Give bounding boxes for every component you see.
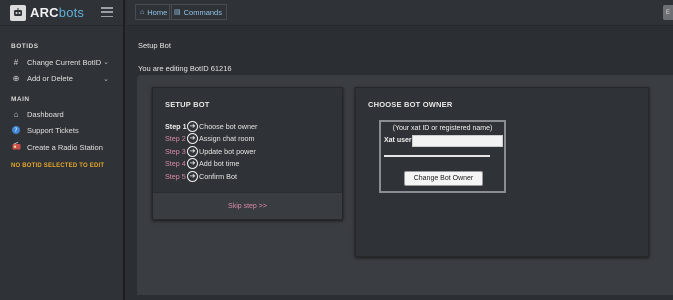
step-item: Step 2 ➔ Assign chat room	[165, 133, 257, 146]
sidebar-item-label: Add or Delete	[27, 74, 73, 84]
help-icon: ?	[11, 125, 21, 136]
breadcrumb-home-label: Home	[147, 7, 168, 17]
step-item: Step 1 ➔ Choose bot owner	[165, 120, 257, 133]
step-number: Step 4	[165, 159, 186, 169]
home-icon: ⌂	[140, 8, 145, 16]
step-item: Step 3 ➔ Update bot power	[165, 145, 257, 158]
plus-circle-icon: ⊕	[12, 74, 20, 84]
xat-user-input[interactable]	[412, 135, 503, 147]
editing-botid-text: You are editing BotID 61216	[138, 64, 232, 73]
steps-list: Step 1 ➔ Choose bot owner Step 2 ➔ Assig…	[165, 120, 257, 183]
step-label: Update bot power	[199, 146, 256, 156]
step-number: Step 2	[165, 134, 186, 144]
no-botid-warning: NO BOTID SELECTED TO EDIT	[11, 162, 105, 169]
arrow-circle-icon: ➔	[187, 133, 198, 145]
robot-logo-icon	[10, 4, 26, 21]
sidebar-item-radio-station[interactable]: Create a Radio Station	[0, 139, 123, 156]
brand-name: ARCbots	[30, 5, 84, 20]
step-label: Confirm Bot	[199, 171, 237, 181]
step-item: Step 4 ➔ Add bot time	[165, 158, 257, 171]
sidebar-item-label: Support Tickets	[27, 126, 79, 136]
arrow-circle-icon: ➔	[187, 120, 198, 132]
step-label: Choose bot owner	[199, 121, 258, 131]
section-title-main: MAIN	[11, 96, 30, 103]
step-label: Add bot time	[199, 159, 240, 169]
step-number: Step 5	[165, 171, 186, 181]
chevron-down-icon: ⌄	[103, 75, 109, 83]
svg-text:?: ?	[14, 127, 17, 134]
choose-owner-title: CHOOSE BOT OWNER	[368, 100, 453, 109]
breadcrumb-commands-label: Commands	[183, 7, 222, 17]
sidebar-item-label: Create a Radio Station	[27, 142, 103, 152]
sidebar-item-add-delete[interactable]: ⊕ Add or Delete ⌄	[0, 71, 123, 88]
hamburger-menu-icon[interactable]	[101, 7, 113, 17]
choose-owner-card: CHOOSE BOT OWNER (Your xat ID or registe…	[355, 87, 649, 257]
radio-icon	[11, 142, 21, 152]
divider	[384, 155, 490, 157]
arrow-circle-icon: ➔	[187, 158, 198, 170]
breadcrumb-commands[interactable]: ▤ Commands	[169, 4, 227, 20]
setup-bot-title: SETUP BOT	[165, 100, 210, 109]
step-label: Assign chat room	[199, 134, 255, 144]
change-bot-owner-button[interactable]: Change Bot Owner	[404, 171, 483, 186]
brand-light: bots	[58, 5, 85, 20]
arrow-circle-icon: ➔	[187, 170, 198, 182]
main-content: Setup Bot You are editing BotID 61216 SE…	[127, 27, 673, 300]
setup-bot-card: SETUP BOT Step 1 ➔ Choose bot owner Step…	[152, 87, 343, 220]
sidebar-item-change-botid[interactable]: # Change Current BotID ⌄	[0, 54, 123, 71]
list-icon: ▤	[174, 9, 181, 16]
xat-hint: (Your xat ID or registered name)	[392, 125, 493, 132]
section-title-botids: BOTIDS	[11, 43, 39, 50]
sidebar-item-support-tickets[interactable]: ? Support Tickets	[0, 123, 123, 140]
setup-card-footer: Skip step >>	[153, 192, 342, 219]
skip-step-link[interactable]: Skip step >>	[228, 203, 267, 210]
hash-icon: #	[13, 57, 19, 67]
arrow-circle-icon: ➔	[187, 145, 198, 157]
topbar: ⌂ Home ▤ Commands E	[127, 0, 673, 26]
top-right-button[interactable]: E	[663, 5, 673, 20]
xat-owner-form: (Your xat ID or registered name) Xat use…	[379, 120, 506, 193]
chevron-down-icon: ⌄	[103, 59, 109, 66]
breadcrumb-home[interactable]: ⌂ Home	[135, 4, 173, 20]
sidebar-item-label: Change Current BotID	[27, 57, 102, 67]
brand-strong: ARC	[30, 5, 59, 20]
sidebar-item-dashboard[interactable]: ⌂ Dashboard	[0, 106, 123, 123]
sidebar: ARCbots BOTIDS # Change Current BotID ⌄ …	[0, 0, 125, 300]
step-number: Step 3	[165, 146, 186, 156]
xat-user-label: Xat user:	[384, 137, 414, 144]
home-icon: ⌂	[13, 109, 19, 119]
sidebar-item-label: Dashboard	[27, 109, 64, 119]
page-title: Setup Bot	[138, 41, 171, 50]
step-item: Step 5 ➔ Confirm Bot	[165, 170, 257, 183]
step-number: Step 1	[165, 121, 187, 131]
